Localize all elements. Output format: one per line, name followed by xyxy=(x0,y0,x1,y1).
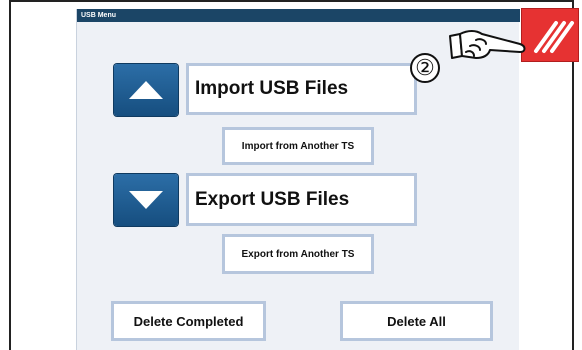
import-usb-files-label: Import USB Files xyxy=(186,63,417,115)
triangle-down-icon xyxy=(129,191,163,209)
pointing-hand-icon xyxy=(446,26,528,71)
page-frame-left xyxy=(9,0,11,350)
step-callout: ② xyxy=(410,53,440,83)
export-from-another-ts-button[interactable]: Export from Another TS xyxy=(222,234,374,274)
window-title: USB Menu xyxy=(77,9,520,22)
delete-completed-button[interactable]: Delete Completed xyxy=(111,301,266,341)
red-stripes-icon[interactable] xyxy=(521,8,579,62)
triangle-up-icon xyxy=(129,81,163,99)
export-usb-files-label: Export USB Files xyxy=(186,173,417,226)
red-stripes-graphic xyxy=(534,21,574,53)
export-arrow-button[interactable] xyxy=(114,174,178,226)
page-frame-top xyxy=(9,0,574,2)
import-arrow-button[interactable] xyxy=(114,64,178,116)
import-from-another-ts-button[interactable]: Import from Another TS xyxy=(222,127,374,165)
delete-all-button[interactable]: Delete All xyxy=(340,301,493,341)
